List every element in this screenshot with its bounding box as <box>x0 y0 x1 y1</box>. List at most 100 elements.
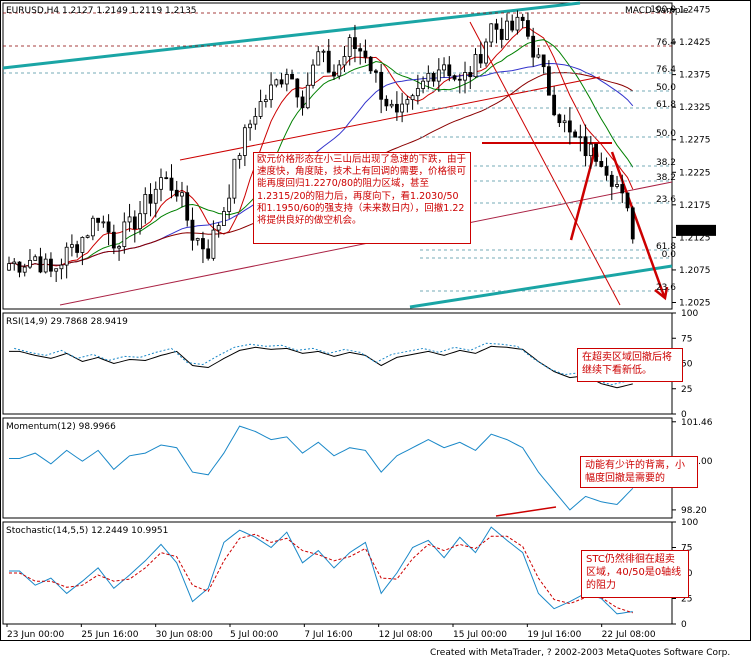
price-tick-label: 1.2375 <box>679 71 711 81</box>
momentum-analysis-note: 动能有少许的背离，小幅度回撤是需要的 <box>580 456 698 488</box>
candle-body <box>358 48 363 52</box>
fib-level-label: 76.4 <box>656 38 676 48</box>
x-tick-label: 23 Jun 00:00 <box>7 630 64 640</box>
indicator-title: Stochastic(14,5,5) 12.2449 10.9951 <box>6 526 168 536</box>
candle-body <box>353 37 357 50</box>
fib-level-label: 50.0 <box>656 83 676 93</box>
candle-body <box>484 41 488 64</box>
candle-body <box>206 248 211 259</box>
candle-body <box>583 136 588 157</box>
candle-body <box>300 96 305 109</box>
lower-channel-line <box>409 264 673 309</box>
candle-body <box>190 219 195 241</box>
candle-body <box>332 71 336 77</box>
candle-body <box>604 166 609 176</box>
candle-body <box>237 155 242 160</box>
candle-body <box>258 101 263 117</box>
x-tick-label: 12 Jul 08:00 <box>379 630 433 640</box>
candle-body <box>536 54 541 58</box>
candle-body <box>630 207 635 240</box>
candle-body <box>101 221 106 224</box>
candle-body <box>374 70 378 73</box>
candle-body <box>510 20 515 31</box>
candle-body <box>620 184 625 194</box>
candle-body <box>49 258 53 272</box>
indicator-series-0 <box>9 425 634 511</box>
candle-body <box>578 136 583 139</box>
candle-body <box>12 261 17 265</box>
candle-body <box>232 158 237 199</box>
candle-body <box>515 16 520 31</box>
candle-body <box>447 64 452 77</box>
candle-body <box>363 50 368 58</box>
candle-body <box>347 37 352 57</box>
candle-body <box>615 184 619 187</box>
x-tick-label: 25 Jun 16:00 <box>81 630 138 640</box>
candle-body <box>384 98 389 107</box>
candle-body <box>321 50 326 53</box>
candle-body <box>557 114 562 124</box>
candle-body <box>96 217 101 223</box>
candle-body <box>180 192 184 197</box>
candle-body <box>290 73 294 80</box>
indicator-tick-label: 101.46 <box>681 418 713 428</box>
candle-body <box>431 72 436 82</box>
panel-frame-3 <box>2 521 673 625</box>
candle-body <box>562 120 567 124</box>
candle-body <box>421 80 425 89</box>
candle-body <box>394 103 399 113</box>
candle-body <box>185 192 190 221</box>
candle-body <box>295 78 300 98</box>
candle-body <box>70 244 74 248</box>
candle-body <box>609 174 614 187</box>
candle-body <box>216 225 221 231</box>
candle-body <box>132 216 137 230</box>
momentum-divergence-line <box>495 506 557 517</box>
candle-body <box>106 221 111 233</box>
indicator-title: Momentum(12) 98.9966 <box>6 422 116 432</box>
panel-frame-2 <box>2 417 673 519</box>
candle-body <box>494 23 499 30</box>
indicator-tick-label: 100 <box>681 518 698 528</box>
candle-body <box>426 72 431 82</box>
candle-body <box>269 84 273 101</box>
candle-body <box>546 66 551 96</box>
candle-body <box>452 75 457 80</box>
fib-level-label: 38.2 <box>656 158 676 168</box>
candle-body <box>442 64 446 71</box>
price-tick-label: 1.2075 <box>679 266 711 276</box>
candle-body <box>54 268 59 272</box>
metatrader-chart-window: 1.2475 1.2425 1.2375 1.2325 1.2275 1.2225 1.21… <box>0 0 751 664</box>
candle-body <box>594 143 598 162</box>
rsi-signal-line <box>14 342 628 386</box>
candle-body <box>368 56 373 72</box>
candle-body <box>520 16 525 21</box>
candle-body <box>33 256 38 261</box>
indicator-tag-text: MACD Sample <box>625 6 689 16</box>
price-tick-label: 1.2025 <box>679 298 711 308</box>
candle-body <box>279 79 284 85</box>
candle-body <box>531 35 536 58</box>
candle-body <box>389 103 394 107</box>
candle-body <box>253 116 258 125</box>
candle-body <box>326 50 331 73</box>
candle-body <box>7 263 11 271</box>
x-tick-label: 15 Jul 00:00 <box>453 630 507 640</box>
candle-body <box>526 20 530 37</box>
fib-level-label: 23.6 <box>656 195 676 205</box>
fib-level-label: 38.2 <box>656 173 676 183</box>
candle-body <box>468 72 473 78</box>
candle-body <box>201 238 205 250</box>
candle-body <box>311 64 315 86</box>
x-tick-label: 19 Jul 16:00 <box>527 630 581 640</box>
candle-body <box>148 194 153 204</box>
candle-body <box>316 51 321 66</box>
candle-body <box>400 103 405 113</box>
stochastic-analysis-note: STC仍然徘徊在超卖区域，40/50是0轴线的阻力 <box>581 550 689 598</box>
candle-body <box>75 244 80 253</box>
candle-body <box>22 266 27 273</box>
footer-credit: Created with MetaTrader, ? 2002-2003 Met… <box>430 648 731 658</box>
candle-body <box>342 56 347 66</box>
candle-body <box>138 213 142 230</box>
candle-body <box>305 84 310 109</box>
